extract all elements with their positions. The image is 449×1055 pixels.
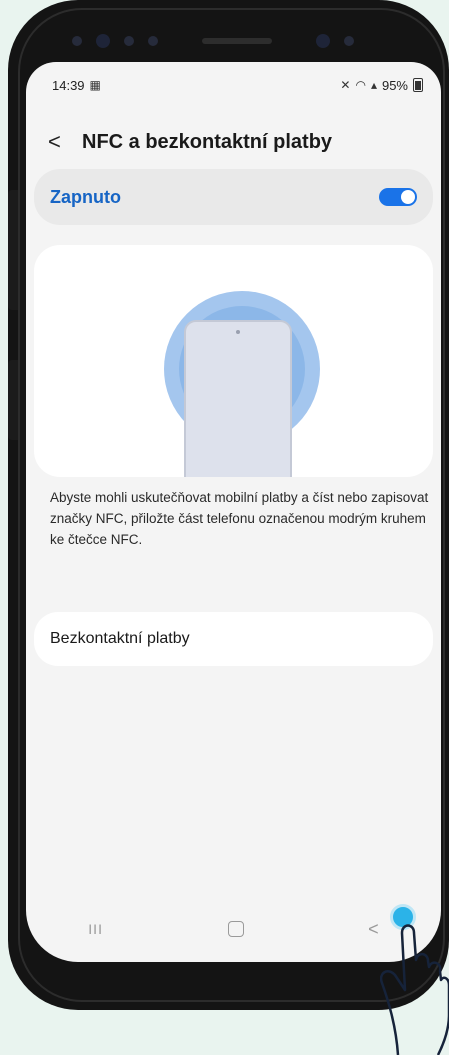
volume-button xyxy=(8,190,18,310)
toggle-label: Zapnuto xyxy=(50,186,121,207)
iris-camera xyxy=(316,34,330,48)
sensor-dot xyxy=(72,36,82,46)
phone-illustration xyxy=(184,320,292,477)
sensor-dot xyxy=(344,36,354,46)
home-button[interactable] xyxy=(227,921,244,937)
battery-icon xyxy=(413,78,423,92)
status-bar: 14:39 ▦ ✕ ◠ ▴ 95% xyxy=(52,76,423,94)
toggle-knob xyxy=(401,190,415,204)
signal-icon: ▴ xyxy=(370,78,377,92)
sensor-dot xyxy=(124,36,134,46)
nfc-toggle-switch[interactable] xyxy=(379,188,417,206)
screen: 14:39 ▦ ✕ ◠ ▴ 95% < NFC a bezkontaktní p… xyxy=(26,62,441,962)
nfc-toggle-row[interactable]: Zapnuto xyxy=(34,169,433,225)
sensor-bar xyxy=(72,30,392,52)
calendar-icon: ▦ xyxy=(89,78,101,92)
back-button[interactable]: < xyxy=(368,919,379,940)
phone-illustration-camera xyxy=(236,330,240,334)
earpiece-speaker xyxy=(202,38,272,44)
sensor-dot xyxy=(148,36,158,46)
contactless-payments-item[interactable]: Bezkontaktní platby xyxy=(34,612,433,666)
navigation-bar: III < xyxy=(26,914,441,944)
nfc-illustration-card xyxy=(34,245,433,477)
header: < NFC a bezkontaktní platby xyxy=(48,124,425,160)
status-time: 14:39 xyxy=(52,77,85,93)
hand-pointer-icon xyxy=(380,924,449,1055)
back-arrow-icon[interactable]: < xyxy=(48,129,78,155)
battery-percent: 95% xyxy=(381,77,408,93)
bixby-button xyxy=(8,360,18,440)
front-camera xyxy=(96,34,110,48)
nfc-description: Abyste mohli uskutečňovat mobilní platby… xyxy=(50,490,429,547)
wifi-icon: ◠ xyxy=(355,78,366,92)
page-title: NFC a bezkontaktní platby xyxy=(82,130,333,153)
recent-apps-button[interactable]: III xyxy=(88,921,103,937)
contactless-payments-label: Bezkontaktní platby xyxy=(50,630,190,647)
mute-icon: ✕ xyxy=(340,78,351,92)
